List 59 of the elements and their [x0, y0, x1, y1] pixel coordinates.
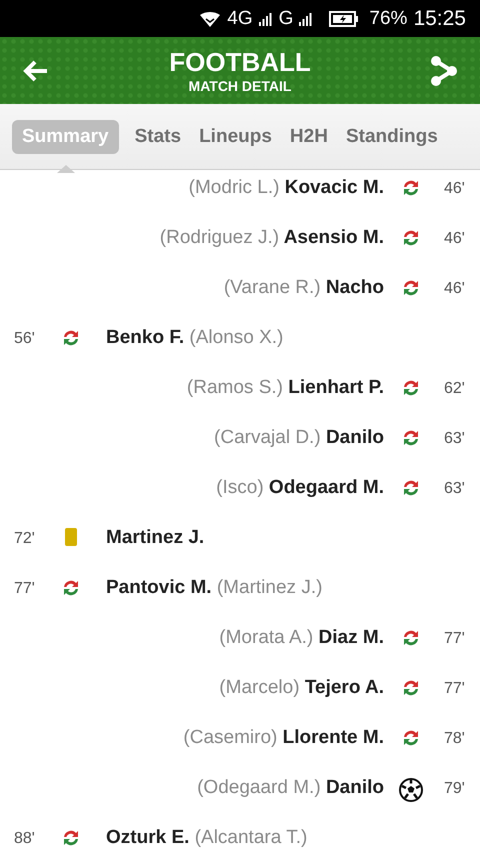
header-title: FOOTBALL: [169, 46, 311, 76]
event-minute: 77': [443, 629, 466, 648]
ball-icon: [399, 778, 423, 802]
substitution-icon: [401, 178, 421, 198]
event-players: (Casemiro) Llorente M.: [183, 726, 384, 750]
substitution-icon: [61, 578, 81, 598]
substitution-icon: [401, 478, 421, 498]
wifi-icon: [199, 10, 222, 28]
event-players: Martinez J.: [106, 526, 204, 550]
signal-icon: [299, 12, 314, 26]
signal-icon: [258, 12, 273, 26]
tab[interactable]: Lineups: [197, 120, 274, 154]
share-icon: [430, 56, 458, 86]
event-minute: 46': [443, 279, 466, 298]
tab[interactable]: Standings: [344, 120, 440, 154]
substitution-icon: [61, 328, 81, 348]
share-button[interactable]: [428, 54, 460, 86]
event-minute: 46': [443, 179, 466, 198]
event-minute: 77': [443, 679, 466, 698]
event-players: Ozturk E. (Alcantara T.): [106, 826, 308, 850]
event-players: (Odegaard M.) Danilo: [197, 776, 384, 800]
substitution-icon: [401, 728, 421, 748]
event-minute: 77': [13, 579, 36, 598]
battery-percent: 76%: [369, 8, 408, 30]
battery-icon: [329, 10, 360, 26]
event-players: (Morata A.) Diaz M.: [219, 626, 384, 650]
event-minute: 63': [443, 429, 466, 448]
event-players: (Carvajal D.) Danilo: [214, 426, 384, 450]
event-minute: 78': [443, 729, 466, 748]
back-arrow-icon: [23, 60, 49, 82]
event-players: (Marcelo) Tejero A.: [219, 676, 384, 700]
event-players: (Ramos S.) Lienhart P.: [186, 376, 384, 400]
tab[interactable]: H2H: [288, 120, 330, 154]
substitution-icon: [401, 378, 421, 398]
event-players: (Isco) Odegaard M.: [216, 476, 384, 500]
event-minute: 72': [13, 529, 36, 548]
substitution-icon: [401, 228, 421, 248]
event-minute: 56': [13, 329, 36, 348]
booking-card-icon: [65, 528, 77, 546]
tab[interactable]: Stats: [132, 120, 184, 154]
event-minute: 79': [443, 779, 466, 798]
event-minute: 88': [13, 829, 36, 848]
event-players: (Rodriguez J.) Asensio M.: [160, 226, 384, 250]
event-players: (Varane R.) Nacho: [224, 276, 384, 300]
header-subtitle: MATCH DETAIL: [188, 76, 292, 94]
substitution-icon: [401, 428, 421, 448]
substitution-icon: [401, 278, 421, 298]
event-minute: 46': [443, 229, 466, 248]
event-players: Pantovic M. (Martinez J.): [106, 576, 322, 600]
substitution-icon: [61, 828, 81, 848]
network-label: 4G: [227, 8, 253, 30]
event-minute: 63': [443, 479, 466, 498]
substitution-icon: [401, 628, 421, 648]
network-label: G: [278, 8, 294, 30]
event-minute: 62': [443, 379, 466, 398]
clock: 15:25: [413, 6, 466, 30]
event-players: Benko F. (Alonso X.): [106, 326, 284, 350]
substitution-icon: [401, 678, 421, 698]
event-players: (Modric L.) Kovacic M.: [188, 176, 384, 200]
